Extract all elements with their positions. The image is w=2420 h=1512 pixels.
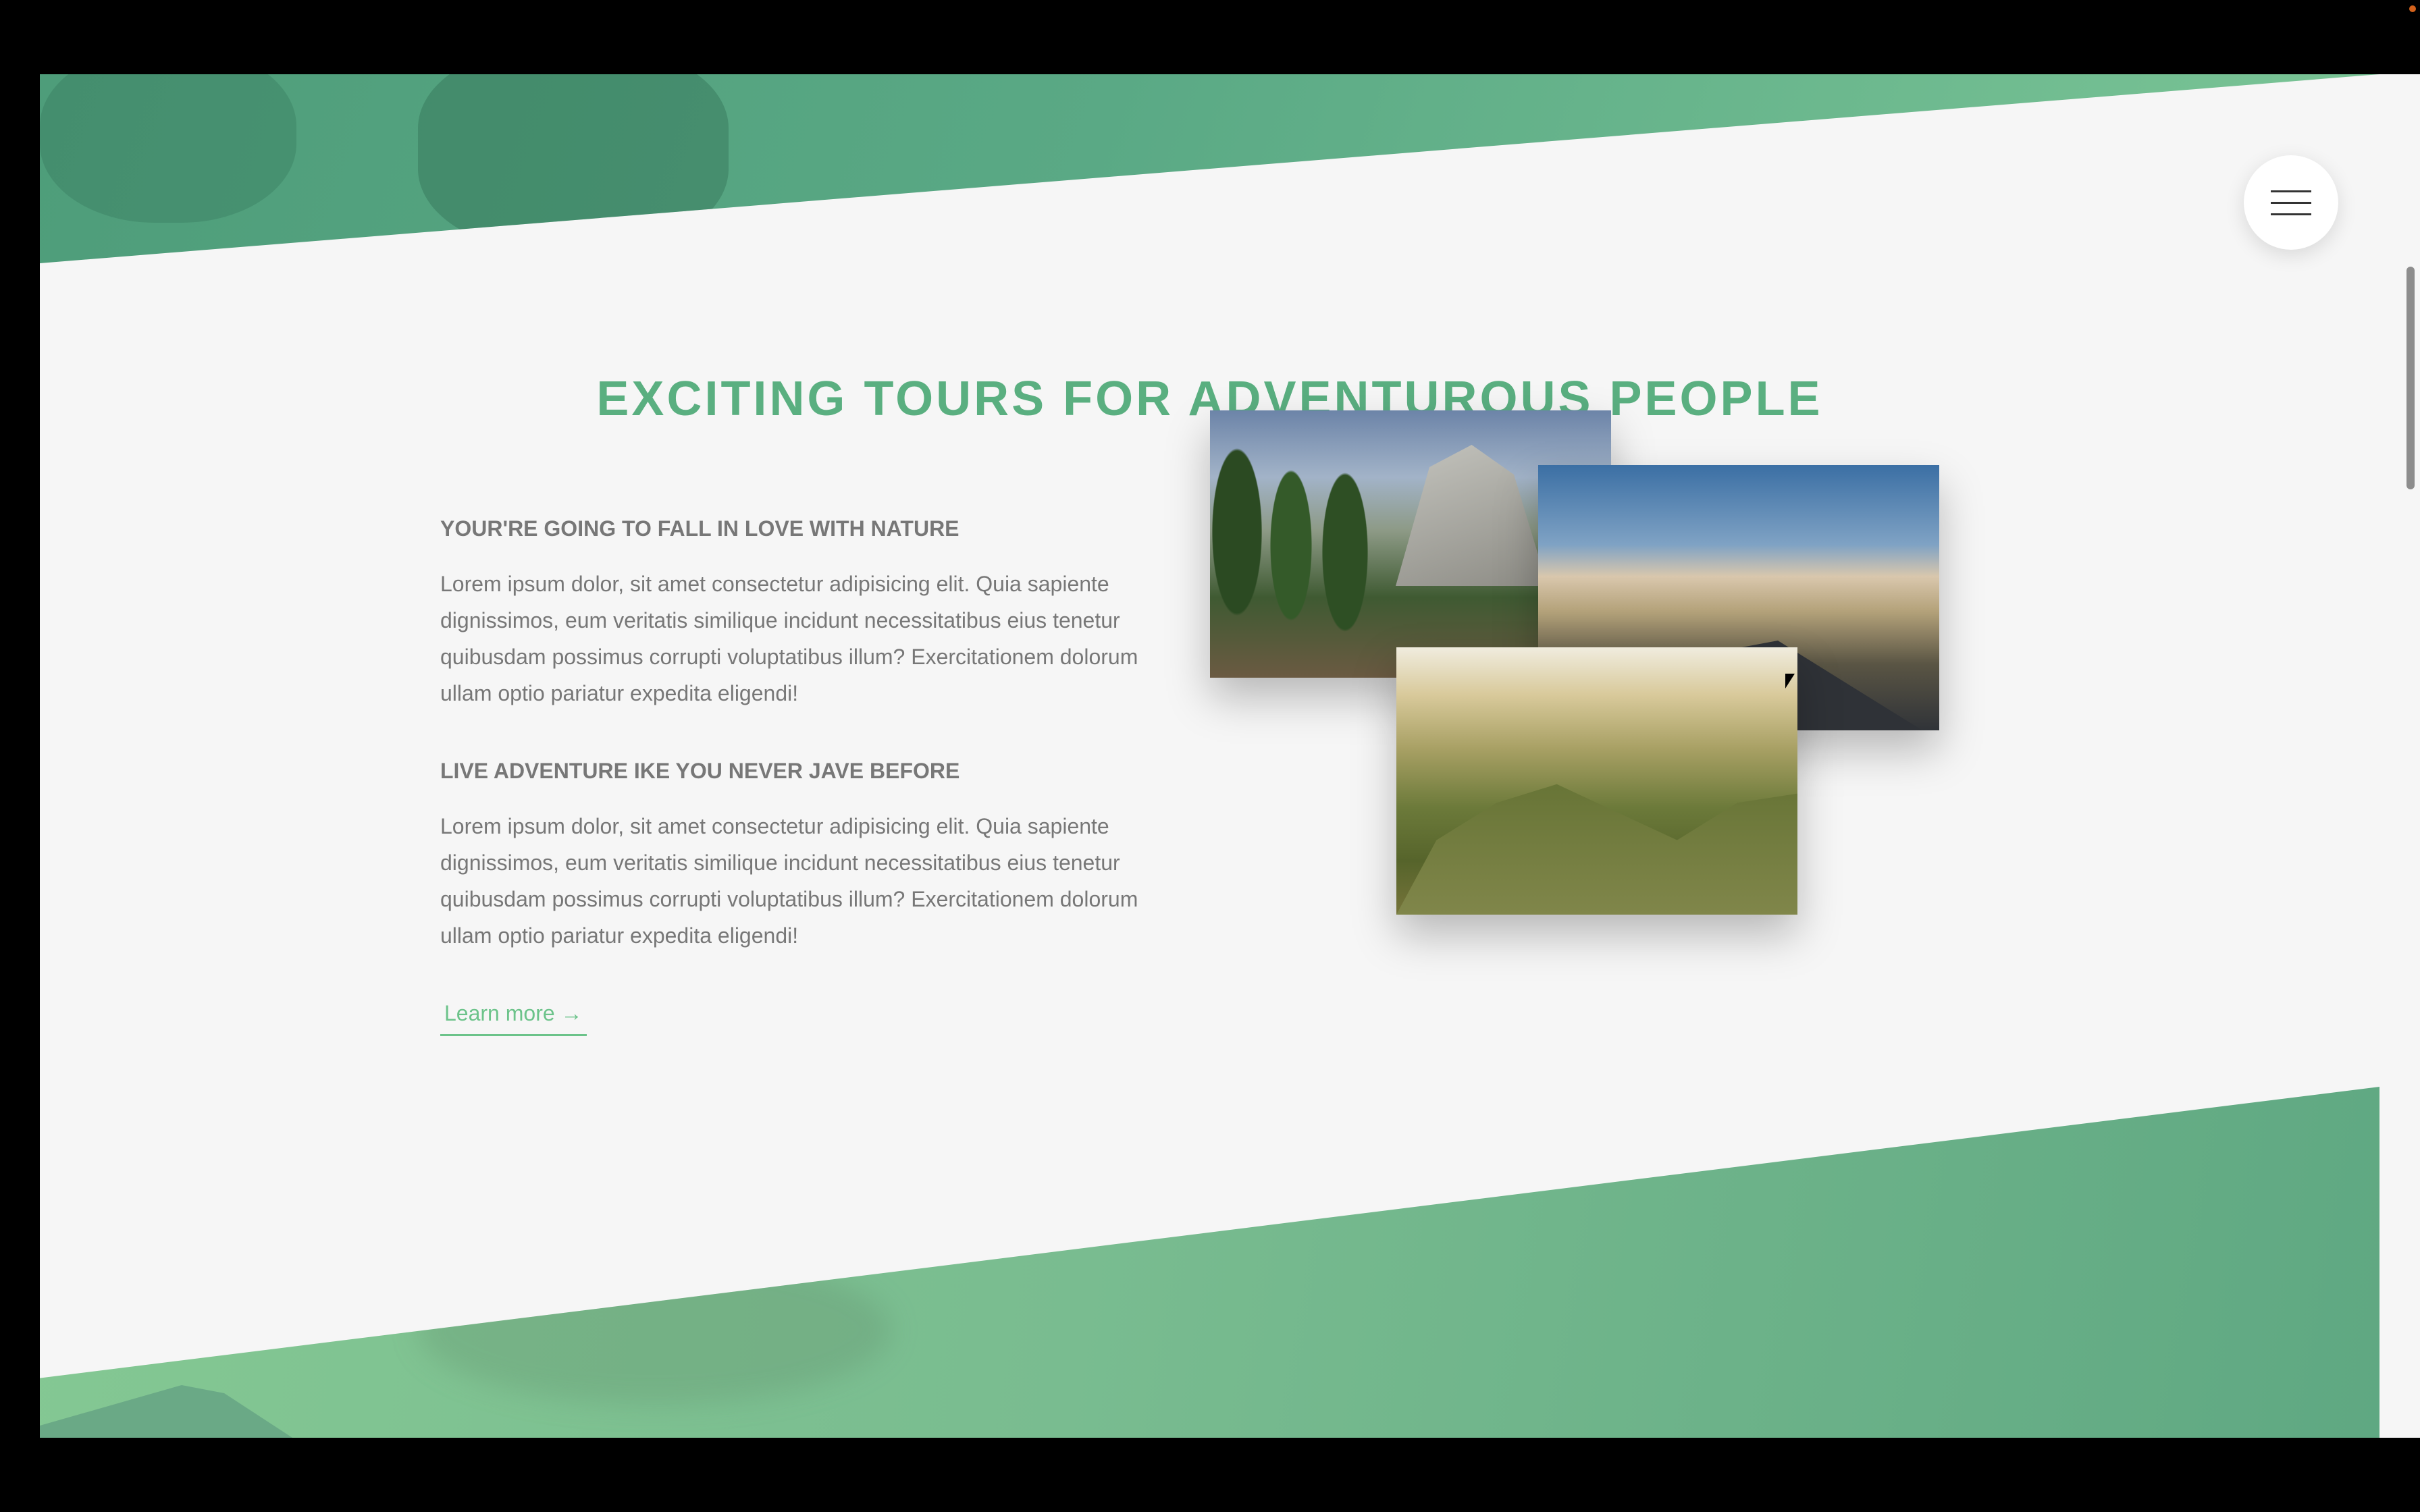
photo-detail	[1396, 784, 1797, 915]
mouse-cursor	[1785, 674, 1795, 688]
hamburger-menu-button[interactable]	[2244, 155, 2338, 250]
feature-text-column: YOUR'RE GOING TO FALL IN LOVE WITH NATUR…	[440, 516, 1156, 1036]
status-dot	[2409, 5, 2416, 12]
top-green-band	[40, 74, 2379, 263]
band-texture	[418, 1256, 891, 1404]
feature-heading: YOUR'RE GOING TO FALL IN LOVE WITH NATUR…	[440, 516, 959, 541]
top-bar	[0, 0, 2420, 74]
hamburger-menu-icon	[2271, 201, 2311, 204]
tour-photo-mountain-ridge	[1396, 647, 1797, 915]
bottom-green-band	[40, 1087, 2379, 1438]
feature-body: Lorem ipsum dolor, sit amet consectetur …	[440, 814, 1138, 948]
bottom-bar	[0, 1438, 2420, 1512]
band-texture	[40, 74, 296, 223]
band-texture	[418, 74, 729, 250]
feature-heading: LIVE ADVENTURE IKE YOU NEVER JAVE BEFORE	[440, 759, 960, 783]
scrollbar-thumb[interactable]	[2406, 267, 2415, 489]
band-mountain	[40, 1385, 323, 1438]
learn-more-link[interactable]: Learn more →	[440, 1001, 587, 1036]
page-viewport: EXCITING TOURS FOR ADVENTUROUS PEOPLE	[40, 74, 2379, 1438]
hamburger-menu-icon	[2271, 213, 2311, 215]
hamburger-menu-icon	[2271, 190, 2311, 192]
feature-body: Lorem ipsum dolor, sit amet consectetur …	[440, 572, 1138, 705]
